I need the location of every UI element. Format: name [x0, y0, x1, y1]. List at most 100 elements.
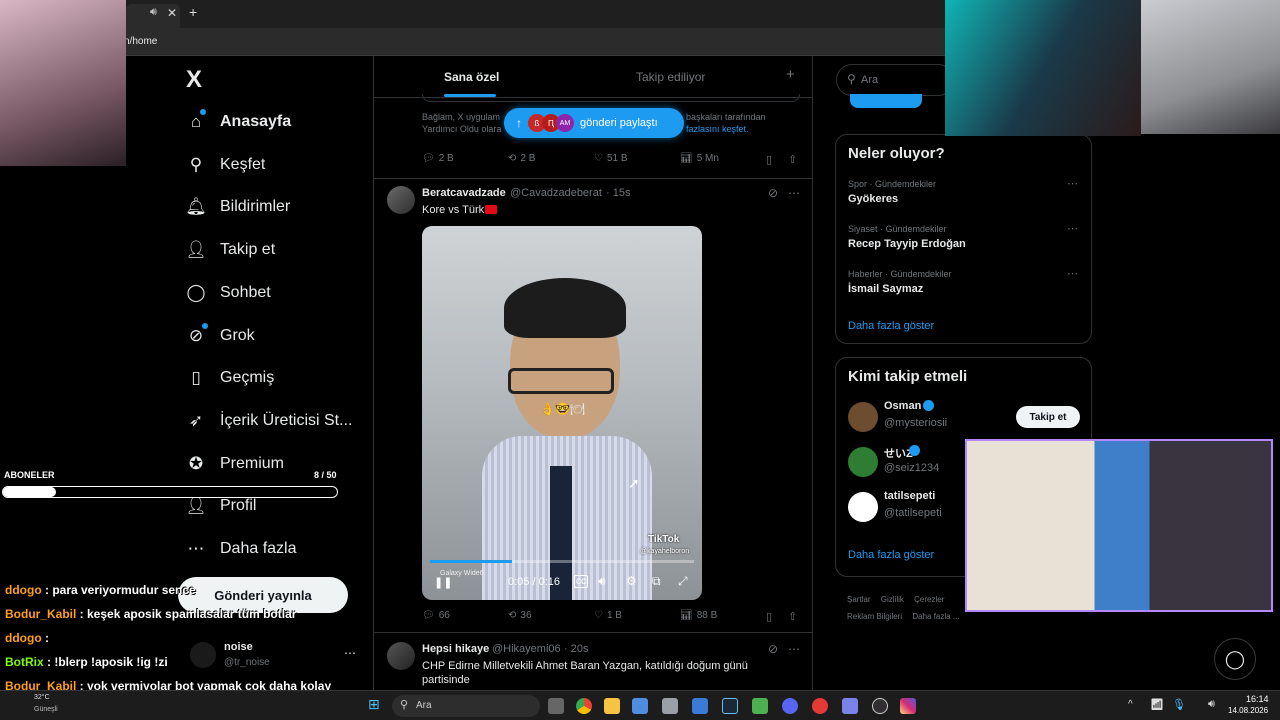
- video-progress-track[interactable]: [430, 560, 694, 563]
- instagram-icon[interactable]: [900, 698, 916, 714]
- discord-icon[interactable]: [782, 698, 798, 714]
- avatar[interactable]: [848, 447, 878, 477]
- explorer-icon[interactable]: [604, 698, 620, 714]
- bookmark-icon[interactable]: ▯: [766, 610, 772, 623]
- follow-name[interactable]: Osman: [884, 400, 921, 412]
- like-action[interactable]: ♡ 1 B: [594, 610, 622, 621]
- footer-cookies[interactable]: Çerezler: [914, 595, 944, 604]
- media-icon[interactable]: [812, 698, 828, 714]
- trend-more-icon[interactable]: ⋯: [1067, 222, 1079, 235]
- tray-chevron-icon[interactable]: ^: [1128, 699, 1133, 710]
- chrome-icon[interactable]: [576, 698, 592, 714]
- follow-name[interactable]: tatilsepeti: [884, 490, 935, 502]
- clock-time[interactable]: 16:14: [1246, 694, 1269, 704]
- grok-icon[interactable]: ⊘: [768, 186, 778, 200]
- pip-icon[interactable]: ⧉: [652, 574, 661, 589]
- bookmark-icon[interactable]: ▯: [766, 153, 772, 166]
- grok-icon[interactable]: ⊘: [768, 642, 778, 656]
- nav-item-4[interactable]: ◯ Sohbet: [186, 273, 270, 313]
- footer-ads[interactable]: Reklam Bilgileri: [847, 612, 902, 621]
- task-view-icon[interactable]: [548, 698, 564, 714]
- follow-handle[interactable]: @mysteriosii: [884, 417, 947, 429]
- mic-icon[interactable]: 🎙︎: [1172, 698, 1186, 711]
- volume-icon[interactable]: 🔊︎: [598, 574, 606, 589]
- mail-icon[interactable]: [692, 698, 708, 714]
- trend-category: Siyaset · Gündemdekiler: [848, 224, 947, 234]
- reply-action[interactable]: 💬︎ 2 B: [422, 153, 454, 164]
- app-icon[interactable]: [662, 698, 678, 714]
- footer-privacy[interactable]: Gizlilik: [881, 595, 904, 604]
- trend-name[interactable]: Recep Tayyip Erdoğan: [848, 238, 966, 250]
- share-icon[interactable]: ⇧: [788, 153, 797, 166]
- follow-handle[interactable]: @seiz1234: [884, 462, 939, 474]
- follow-show-more[interactable]: Daha fazla göster: [848, 549, 934, 561]
- avatar[interactable]: [387, 186, 415, 214]
- store-icon[interactable]: [632, 698, 648, 714]
- more-icon[interactable]: ⋯: [788, 186, 800, 200]
- obs-icon[interactable]: [872, 698, 888, 714]
- avatar[interactable]: [848, 402, 878, 432]
- tab-for-you[interactable]: Sana özel: [444, 70, 499, 84]
- context-notice-link[interactable]: fazlasını keşfet.: [686, 124, 749, 134]
- pause-icon[interactable]: ❚❚: [434, 576, 452, 589]
- start-icon[interactable]: ⊞: [368, 696, 380, 713]
- reply-action[interactable]: 💬︎ 66: [422, 610, 450, 621]
- footer-terms[interactable]: Şartlar: [847, 595, 871, 604]
- nav-item-2[interactable]: 🔔︎ Bildirimler: [185, 187, 290, 227]
- captions-icon[interactable]: cc: [574, 575, 588, 588]
- nav-item-6[interactable]: ▯ Geçmiş: [186, 358, 274, 398]
- tweet-author-name[interactable]: Hepsi hikaye: [422, 643, 489, 655]
- new-tab-button[interactable]: +: [189, 4, 197, 20]
- follow-button[interactable]: Takip et: [1016, 406, 1080, 428]
- footer-more[interactable]: Daha fazla ...: [912, 612, 959, 621]
- avatar[interactable]: [848, 492, 878, 522]
- tweet-author-handle[interactable]: @Hikayemi06: [492, 643, 561, 655]
- speaker-icon[interactable]: 🔊︎: [150, 6, 157, 19]
- network-icon[interactable]: 📶︎: [1150, 698, 1164, 711]
- tweet-author-name[interactable]: Beratcavadzade: [422, 187, 506, 199]
- share-icon[interactable]: ⇧: [788, 610, 797, 623]
- premium-subscribe-button[interactable]: [850, 94, 922, 108]
- taskbar-search[interactable]: ⚲ Ara: [392, 695, 540, 717]
- weather-desc[interactable]: Güneşli: [34, 706, 58, 713]
- settings-icon[interactable]: ⚙: [626, 574, 637, 588]
- tweet-time[interactable]: · 15s: [606, 187, 630, 199]
- nav-item-10[interactable]: ⋯ Daha fazla: [186, 529, 297, 569]
- trend-more-icon[interactable]: ⋯: [1067, 267, 1079, 280]
- views-action[interactable]: 📊︎ 88 B: [680, 610, 717, 621]
- tweet-author-handle[interactable]: @Cavadzadeberat: [510, 187, 602, 199]
- nav-item-5[interactable]: ⊘ Grok: [186, 316, 255, 356]
- tab-close-icon[interactable]: ✕: [167, 6, 177, 20]
- new-posts-pill[interactable]: ↑ ß Ԥ AM gönderi paylaştı: [504, 108, 684, 138]
- views-action[interactable]: 📊︎ 5 Mn: [680, 153, 719, 164]
- trend-more-icon[interactable]: ⋯: [1067, 177, 1079, 190]
- follow-handle[interactable]: @tatilsepeti: [884, 507, 942, 519]
- more-icon[interactable]: ⋯: [788, 642, 800, 656]
- nav-item-7[interactable]: ➶ İçerik Üreticisi St...: [186, 401, 353, 441]
- tab-following[interactable]: Takip ediliyor: [636, 70, 705, 84]
- add-tab-icon[interactable]: +: [786, 66, 795, 83]
- volume-icon[interactable]: 🔊︎: [1208, 698, 1215, 711]
- trend-name[interactable]: İsmail Saymaz: [848, 283, 923, 295]
- weather-temp[interactable]: 32°C: [34, 694, 50, 701]
- tweet-time[interactable]: · 20s: [564, 643, 588, 655]
- trends-show-more[interactable]: Daha fazla göster: [848, 320, 934, 332]
- tweet-video[interactable]: 👌🤓🍽 TikTok @kayahelboron Galaxy Wide6 ❚❚…: [422, 226, 702, 600]
- teams-icon[interactable]: [842, 698, 858, 714]
- x-logo[interactable]: X: [186, 66, 202, 94]
- fullscreen-icon[interactable]: ⤢: [678, 574, 688, 589]
- retweet-action[interactable]: ⟲ 36: [508, 610, 532, 621]
- clock-date[interactable]: 14.08.2026: [1228, 706, 1268, 715]
- minecraft-icon[interactable]: [752, 698, 768, 714]
- tweet-actions: 💬︎ 66 ⟲ 36 ♡ 1 B 📊︎ 88 B ▯ ⇧: [422, 610, 802, 624]
- nav-item-3[interactable]: 👤︎ Takip et: [185, 230, 275, 270]
- nav-item-0[interactable]: ⌂ Anasayfa: [186, 102, 291, 142]
- steam-icon[interactable]: [722, 698, 738, 714]
- messages-fab[interactable]: ◯: [1214, 638, 1256, 680]
- trend-name[interactable]: Gyökeres: [848, 193, 898, 205]
- search-box[interactable]: ⚲ Ara: [836, 64, 954, 96]
- retweet-action[interactable]: ⟲ 2 B: [508, 153, 535, 164]
- like-action[interactable]: ♡ 51 B: [594, 153, 628, 164]
- avatar[interactable]: [387, 642, 415, 670]
- nav-item-1[interactable]: ⚲ Keşfet: [186, 145, 266, 185]
